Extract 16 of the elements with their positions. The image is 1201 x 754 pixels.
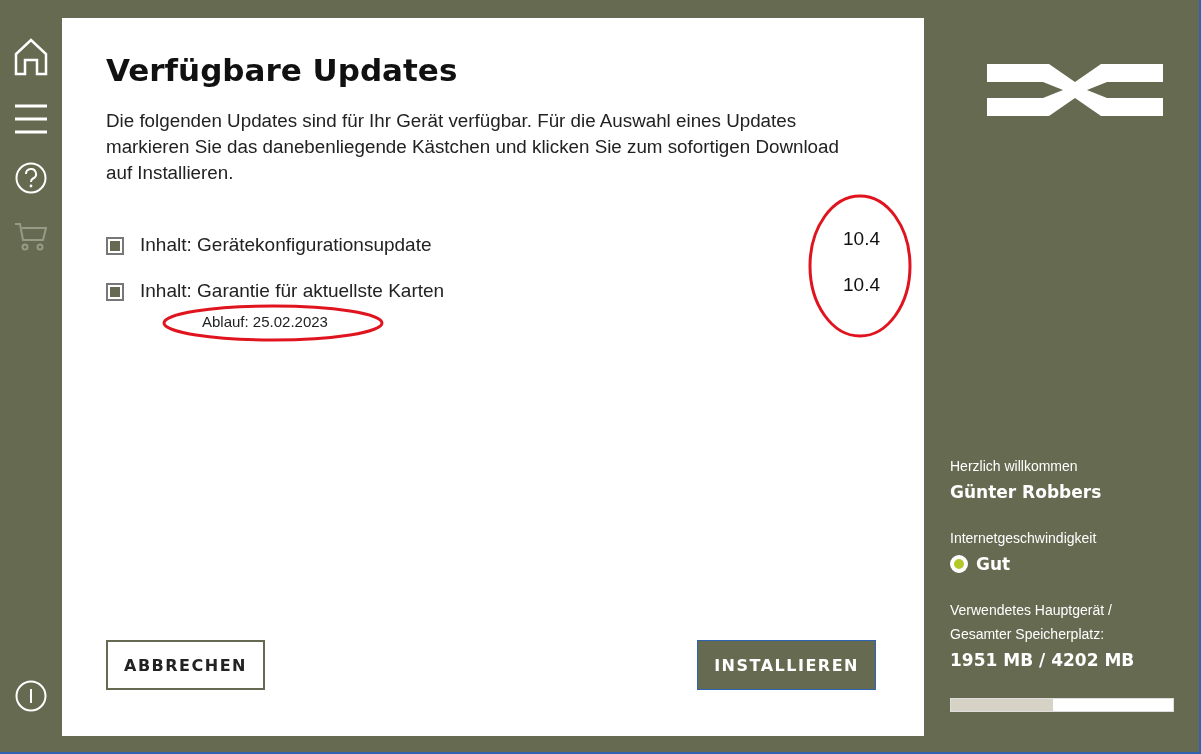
storage-label: Verwendetes Hauptgerät / (950, 601, 1112, 620)
greeting-text: Herzlich willkommen (950, 457, 1078, 476)
expiry-text: Ablauf: 25.02.2023 (202, 313, 328, 330)
version-number: 10.4 (843, 274, 880, 296)
description-text: Die folgenden Updates sind für Ihr Gerät verfügbar. Für die Auswahl eines Updates markieren Sie das danebenliegende Kästchen und klicken Sie zum sofortigen Download auf Installieren. (106, 109, 840, 185)
update-label: Inhalt: Gerätekonfigurationsupdate (140, 234, 433, 256)
update-label: Inhalt: Garantie für aktuellste Karten (140, 280, 446, 302)
user-name: Günter Robbers (950, 481, 1102, 504)
dialog-title: Verfügbare Updates (106, 52, 459, 88)
storage-value: 1951 MB / 4202 MB (950, 649, 1135, 672)
speed-value: Gut (976, 553, 1011, 576)
storage-label: Gesamter Speicherplatz: (950, 625, 1105, 644)
version-number: 10.4 (843, 228, 880, 250)
install-button[interactable]: INSTALLIEREN (697, 640, 876, 690)
speed-label: Internetgeschwindigkeit (950, 529, 1097, 548)
cancel-button[interactable]: ABBRECHEN (106, 640, 265, 690)
